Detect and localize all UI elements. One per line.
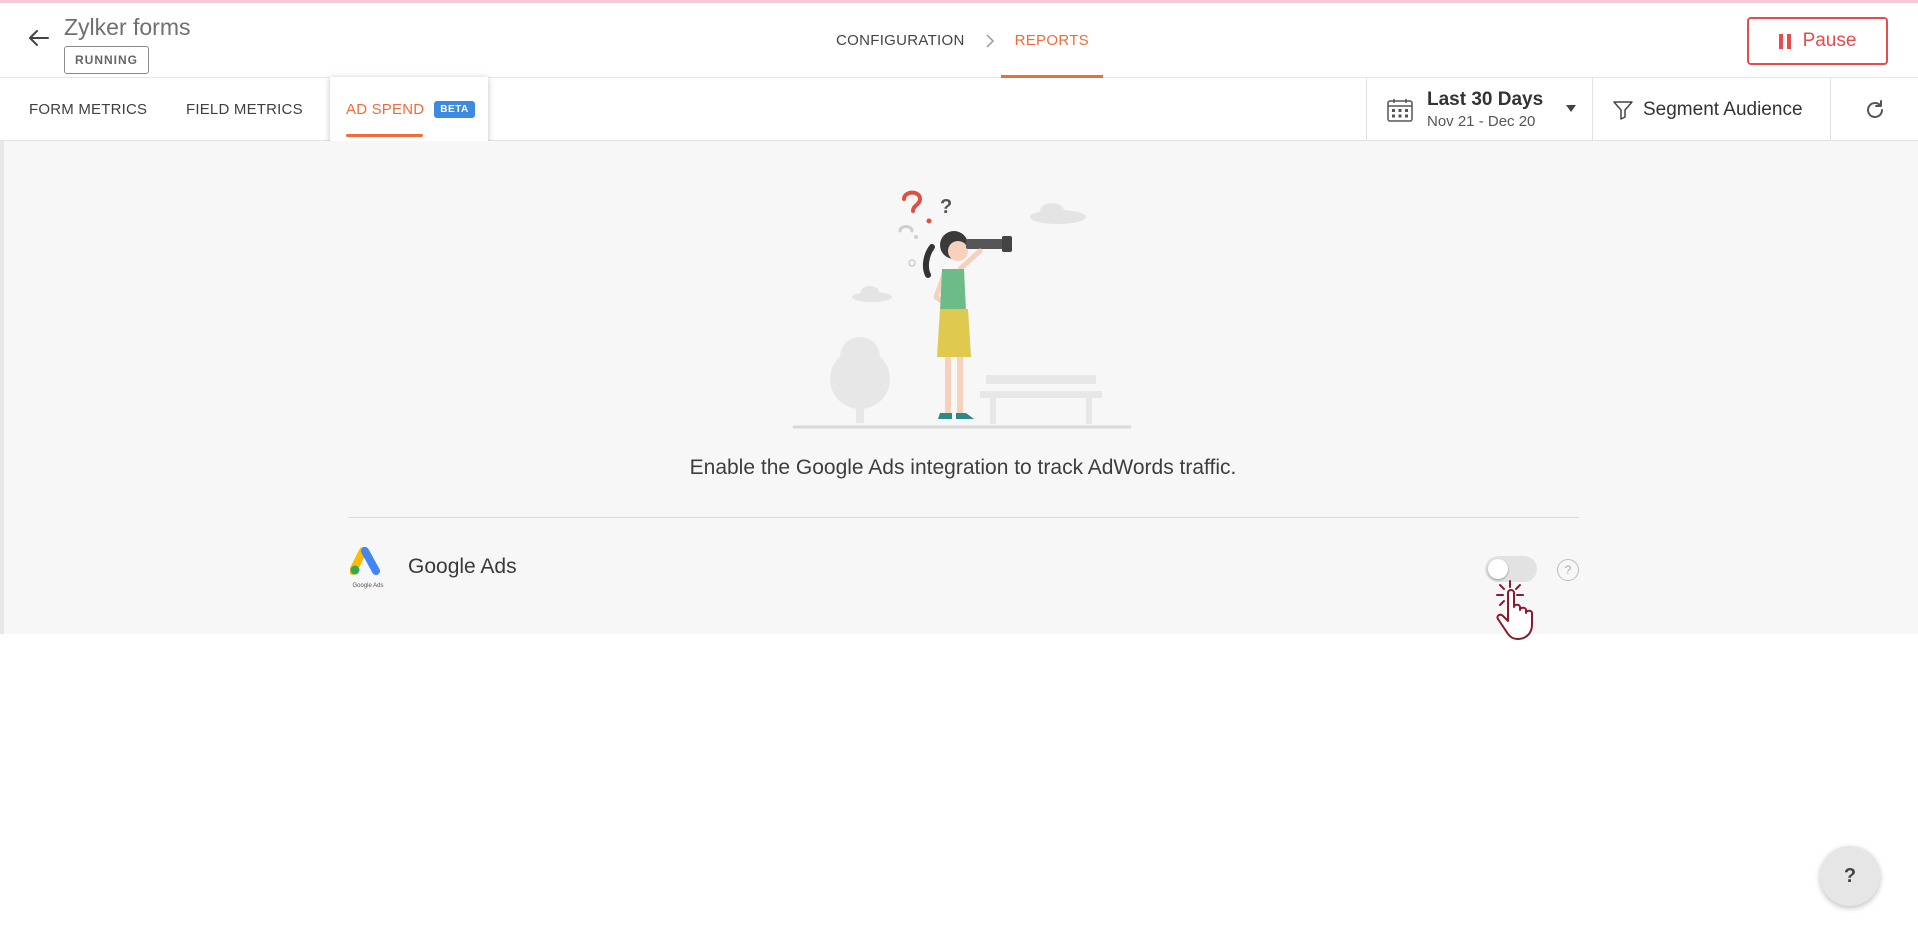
header: Zylker forms RUNNING CONFIGURATION REPOR… [0,3,1918,78]
segment-audience-label: Segment Audience [1643,98,1803,120]
tab-form-metrics[interactable]: FORM METRICS [29,78,147,141]
pause-button-label: Pause [1802,30,1857,51]
google-ads-toggle[interactable] [1485,556,1537,582]
beta-badge: BETA [434,101,475,118]
date-range-label: Last 30 Days [1427,89,1544,110]
google-ads-logo: Google Ads [349,547,386,589]
breadcrumb-configuration[interactable]: CONFIGURATION [820,3,981,78]
calendar-icon [1387,98,1413,122]
date-range-dates: Nov 21 - Dec 20 [1427,113,1536,130]
breadcrumb-reports[interactable]: REPORTS [999,3,1105,78]
date-range-picker[interactable]: Last 30 Days Nov 21 - Dec 20 [1366,78,1592,141]
filter-icon [1613,100,1633,120]
pause-button[interactable]: Pause [1747,17,1888,65]
breadcrumb: CONFIGURATION REPORTS [820,3,1105,78]
tab-ad-spend[interactable]: AD SPEND BETA [346,78,475,141]
refresh-button[interactable] [1830,78,1918,141]
caret-down-icon [1566,105,1576,112]
toggle-knob [1488,559,1508,579]
tab-bar: FORM METRICS FIELD METRICS AD SPEND BETA… [0,77,1918,145]
status-badge: RUNNING [64,46,149,74]
form-title: Zylker forms [64,14,191,40]
empty-state-illustration: ? [792,190,1132,429]
segment-audience-button[interactable]: Segment Audience [1592,78,1830,141]
hand-cursor-icon [1496,580,1533,640]
help-fab-button[interactable]: ? [1820,846,1880,906]
refresh-icon [1866,99,1883,118]
integration-name: Google Ads [408,555,517,578]
active-tab-indicator [346,134,423,137]
svg-text:?: ? [940,196,952,218]
help-icon[interactable]: ? [1557,559,1579,581]
tab-ad-spend-label: AD SPEND [346,101,425,118]
pause-icon [1778,33,1791,49]
chevron-right-icon [981,33,999,48]
empty-state-message: Enable the Google Ads integration to tra… [689,456,1237,479]
arrow-left-icon [29,30,49,46]
ad-spend-panel: ? Enable the Google Ads integration to t… [0,141,1918,640]
back-button[interactable] [24,23,54,53]
tab-field-metrics[interactable]: FIELD METRICS [186,78,303,141]
google-ads-logo-caption: Google Ads [352,583,383,589]
divider [348,517,1579,518]
